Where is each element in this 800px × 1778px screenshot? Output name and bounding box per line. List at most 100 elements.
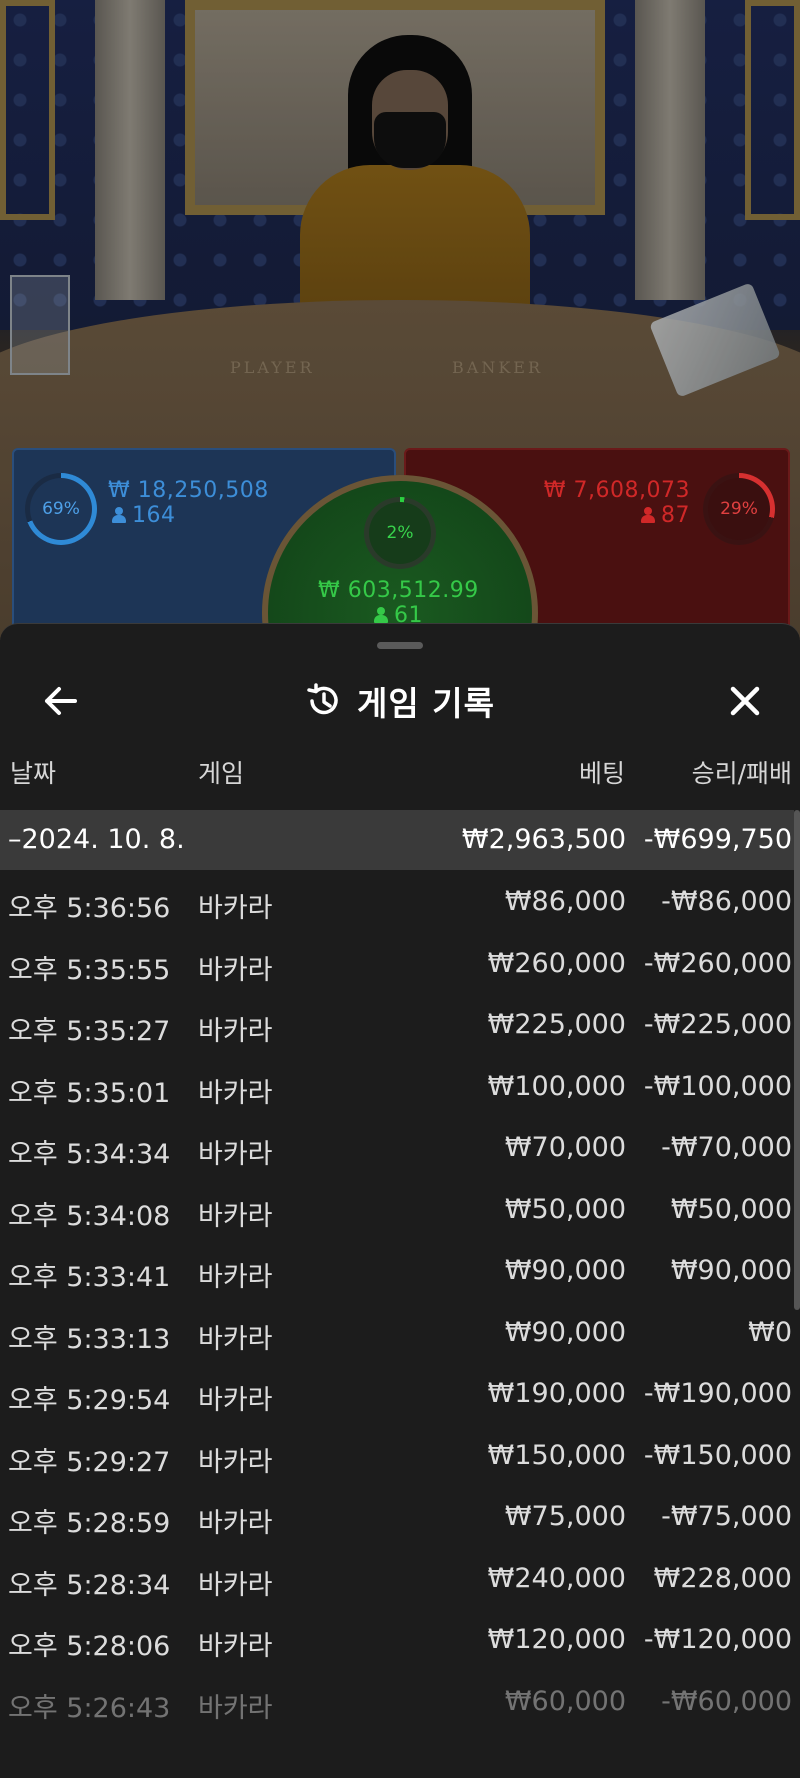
row-time: 오후 5:28:59	[8, 1508, 171, 1539]
row-game: 바카라	[198, 1139, 273, 1170]
date-summary-row[interactable]: –2024. 10. 8. ₩2,963,500 -₩699,750	[0, 810, 794, 870]
table-row[interactable]: 오후 5:35:55 바카라 ₩260,000 -₩260,000	[0, 932, 794, 994]
row-game: 바카라	[198, 954, 273, 986]
row-win-loss: -₩75,000	[661, 1501, 792, 1532]
row-game: 바카라	[198, 1446, 273, 1478]
banker-total-amount: ₩ 7,608,073	[543, 478, 690, 503]
row-bet: ₩150,000	[487, 1439, 626, 1471]
row-time: 오후 5:35:01	[8, 1077, 171, 1109]
sheet-header: 게임 기록	[0, 666, 800, 736]
tie-total-amount: ₩ 603,512.99	[318, 578, 479, 603]
sheet-title: 게임 기록	[357, 684, 495, 723]
row-win-loss: -₩100,000	[643, 1070, 792, 1102]
row-win-loss: -₩120,000	[643, 1624, 792, 1655]
row-win-loss: -₩150,000	[643, 1439, 792, 1471]
row-game: 바카라	[198, 1323, 273, 1355]
row-game: 바카라	[198, 1631, 273, 1662]
row-bet: ₩75,000	[504, 1501, 626, 1532]
banker-count-value: 87	[661, 503, 690, 528]
sheet-drag-handle[interactable]	[377, 642, 423, 649]
close-button[interactable]	[710, 666, 780, 736]
table-row[interactable]: 오후 5:35:01 바카라 ₩100,000 -₩100,000	[0, 1055, 794, 1117]
row-win-loss: ₩0	[748, 1316, 792, 1348]
scrollbar[interactable]	[794, 810, 800, 1310]
banker-percent-ring: 29%	[703, 473, 775, 545]
row-time: 오후 5:36:56	[8, 893, 171, 924]
tie-percent-ring: 2%	[364, 497, 436, 569]
table-row[interactable]: 오후 5:28:06 바카라 ₩120,000 -₩120,000	[0, 1608, 794, 1670]
game-history-sheet: 게임 기록 날짜 게임 베팅 승리/패배 –2024. 10. 8. ₩2,96…	[0, 623, 800, 1778]
table-row[interactable]: 오후 5:29:54 바카라 ₩190,000 -₩190,000	[0, 1362, 794, 1424]
row-time: 오후 5:28:34	[8, 1569, 171, 1601]
row-bet: ₩90,000	[504, 1255, 626, 1286]
row-bet: ₩225,000	[487, 1009, 626, 1040]
row-game: 바카라	[198, 1016, 273, 1047]
row-game: 바카라	[198, 1200, 273, 1232]
player-percent-ring: 69%	[25, 473, 97, 545]
player-count-value: 164	[132, 503, 176, 528]
table-row[interactable]: 오후 5:28:59 바카라 ₩75,000 -₩75,000	[0, 1485, 794, 1547]
banker-count: 87	[641, 503, 690, 528]
column-bet: 베팅	[578, 759, 625, 788]
player-count: 164	[112, 503, 176, 528]
row-bet: ₩240,000	[487, 1562, 626, 1594]
table-row[interactable]: 오후 5:29:27 바카라 ₩150,000 -₩150,000	[0, 1424, 794, 1486]
player-percent: 69%	[30, 478, 92, 540]
row-game: 바카라	[198, 1262, 273, 1293]
row-bet: ₩120,000	[487, 1624, 626, 1655]
row-bet: ₩86,000	[504, 886, 626, 917]
row-game: 바카라	[198, 1569, 273, 1601]
table-row[interactable]: 오후 5:34:08 바카라 ₩50,000 ₩50,000	[0, 1178, 794, 1240]
summary-win-loss: -₩699,750	[643, 824, 792, 855]
row-win-loss: -₩70,000	[661, 1132, 792, 1163]
row-time: 오후 5:28:06	[8, 1631, 171, 1662]
row-bet: ₩100,000	[487, 1070, 626, 1102]
row-bet: ₩260,000	[487, 947, 626, 979]
row-game: 바카라	[198, 1508, 273, 1539]
row-win-loss: -₩60,000	[661, 1685, 792, 1717]
summary-date: –2024. 10. 8.	[8, 824, 185, 855]
row-bet: ₩90,000	[504, 1316, 626, 1348]
row-time: 오후 5:34:08	[8, 1200, 171, 1232]
row-win-loss: -₩190,000	[643, 1378, 792, 1409]
row-game: 바카라	[198, 1077, 273, 1109]
person-icon	[374, 607, 388, 623]
person-icon	[112, 507, 126, 523]
sheet-title-group: 게임 기록	[0, 666, 800, 736]
summary-bet: ₩2,963,500	[461, 824, 626, 855]
table-row[interactable]: 오후 5:34:34 바카라 ₩70,000 -₩70,000	[0, 1116, 794, 1178]
row-time: 오후 5:29:54	[8, 1385, 171, 1416]
close-icon	[730, 686, 760, 716]
column-win-loss: 승리/패배	[691, 759, 792, 788]
row-time: 오후 5:33:41	[8, 1262, 171, 1293]
row-time: 오후 5:33:13	[8, 1323, 171, 1355]
row-win-loss: ₩90,000	[670, 1255, 792, 1286]
player-total-amount: ₩ 18,250,508	[108, 478, 269, 503]
row-game: 바카라	[198, 1385, 273, 1416]
column-date: 날짜	[10, 759, 57, 788]
banker-percent: 29%	[708, 478, 770, 540]
table-header: 날짜 게임 베팅 승리/패배	[0, 754, 800, 798]
column-game: 게임	[198, 759, 245, 788]
table-row[interactable]: 오후 5:26:43 바카라 ₩60,000 -₩60,000	[0, 1670, 794, 1732]
table-row[interactable]: 오후 5:36:56 바카라 ₩86,000 -₩86,000	[0, 870, 794, 932]
row-bet: ₩60,000	[504, 1685, 626, 1717]
row-win-loss: ₩50,000	[670, 1193, 792, 1225]
history-list: 오후 5:36:56 바카라 ₩86,000 -₩86,000 오후 5:35:55 바카…	[0, 870, 794, 1731]
person-icon	[641, 507, 655, 523]
row-time: 오후 5:34:34	[8, 1139, 171, 1170]
row-bet: ₩190,000	[487, 1378, 626, 1409]
row-bet: ₩50,000	[504, 1193, 626, 1225]
table-row[interactable]: 오후 5:35:27 바카라 ₩225,000 -₩225,000	[0, 993, 794, 1055]
row-win-loss: -₩260,000	[643, 947, 792, 979]
table-row[interactable]: 오후 5:33:13 바카라 ₩90,000 ₩0	[0, 1301, 794, 1363]
row-win-loss: -₩225,000	[643, 1009, 792, 1040]
tie-percent: 2%	[369, 502, 431, 564]
table-row[interactable]: 오후 5:28:34 바카라 ₩240,000 ₩228,000	[0, 1547, 794, 1609]
history-clock-icon	[307, 683, 338, 715]
row-win-loss: -₩86,000	[661, 886, 792, 917]
table-row[interactable]: 오후 5:33:41 바카라 ₩90,000 ₩90,000	[0, 1239, 794, 1301]
row-time: 오후 5:35:55	[8, 954, 171, 986]
row-time: 오후 5:29:27	[8, 1446, 171, 1478]
row-time: 오후 5:26:43	[8, 1692, 171, 1724]
